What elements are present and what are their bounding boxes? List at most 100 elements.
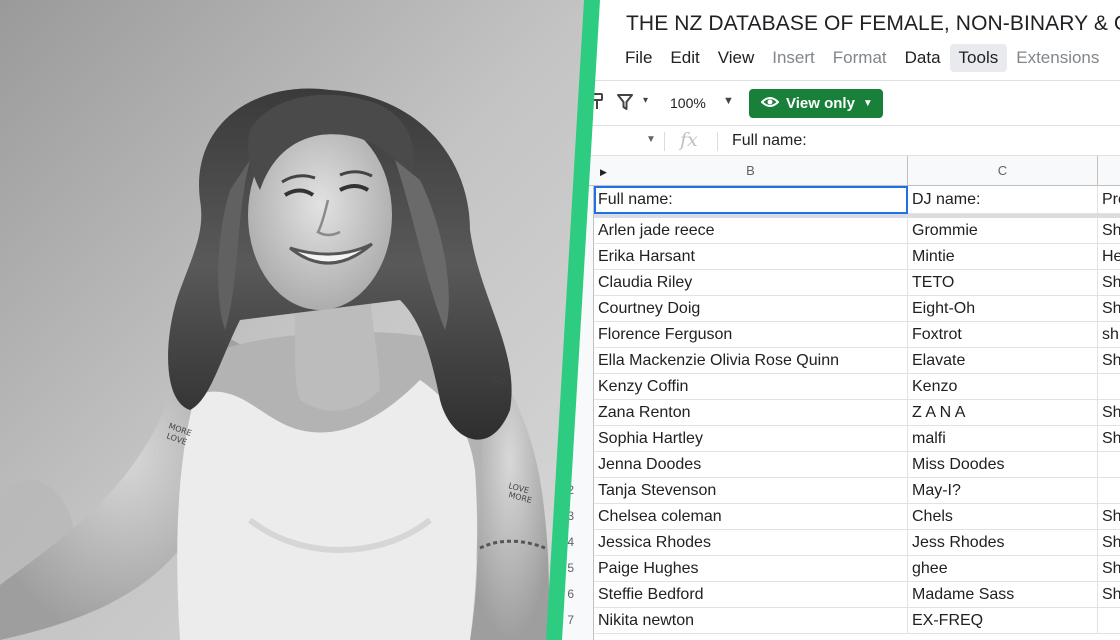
cell-dj-name[interactable]: Eight-Oh [908, 296, 1098, 322]
cell-pronouns[interactable] [1098, 452, 1120, 478]
column-header-b[interactable]: B [594, 156, 908, 186]
cell-dj-name[interactable]: EX-FREQ [908, 608, 1098, 634]
cell-dj-name[interactable]: ghee [908, 556, 1098, 582]
cell-dj-name[interactable]: Mintie [908, 244, 1098, 270]
cell-pronouns[interactable]: Sh [1098, 426, 1120, 452]
paint-format-icon[interactable] [590, 93, 604, 116]
cell-pronouns[interactable]: Sh [1098, 218, 1120, 244]
zoom-select[interactable]: 100% [670, 95, 706, 111]
table-row: Arlen jade reece Grommie Sh [594, 218, 1120, 244]
table-row: Tanja Stevenson May-I? [594, 478, 1120, 504]
menu-format[interactable]: Format [824, 44, 896, 72]
table-row: Erika HarsantMintieHe [594, 244, 1120, 270]
menu-file[interactable]: File [616, 44, 661, 72]
cell-full-name[interactable]: Steffie Bedford [594, 582, 908, 608]
menu-data[interactable]: Data [896, 44, 950, 72]
menu-bar: File Edit View Insert Format Data Tools … [616, 42, 1108, 74]
cell-pronouns[interactable]: Sh [1098, 348, 1120, 374]
table-row: Claudia Riley TETO Sh [594, 270, 1120, 296]
cell-dj-name[interactable]: TETO [908, 270, 1098, 296]
cell-dj-name[interactable]: Z A N A [908, 400, 1098, 426]
cell-pronouns[interactable]: Sh [1098, 530, 1120, 556]
spreadsheet-window: THE NZ DATABASE OF FEMALE, NON-BINARY & … [560, 0, 1120, 640]
cell-pronouns[interactable]: Sh [1098, 296, 1120, 322]
table-row: Jessica Rhodes Jess Rhodes Sh [594, 530, 1120, 556]
table-row: Chelsea coleman Chels Sh [594, 504, 1120, 530]
cell-dj-name[interactable]: Foxtrot [908, 322, 1098, 348]
cell-pronouns[interactable]: Sh [1098, 270, 1120, 296]
row-number[interactable]: 4 [560, 535, 574, 549]
chevron-down-icon: ▼ [862, 98, 873, 109]
cell-full-name[interactable]: Claudia Riley [594, 270, 908, 296]
row-number[interactable]: 5 [560, 561, 574, 575]
column-header-c[interactable]: C [908, 156, 1098, 186]
cell-full-name[interactable]: Courtney Doig [594, 296, 908, 322]
chevron-down-icon[interactable]: ▼ [646, 134, 656, 145]
cell-full-name-header[interactable]: Full name: [594, 186, 908, 214]
cell-dj-name[interactable]: Madame Sass [908, 582, 1098, 608]
chevron-down-icon[interactable]: ▼ [723, 95, 734, 107]
row-number[interactable]: 7 [560, 613, 574, 627]
cell-full-name[interactable]: Chelsea coleman [594, 504, 908, 530]
formula-bar: ▼ fx Full name: [560, 125, 1120, 156]
cell-full-name[interactable]: Zana Renton [594, 400, 908, 426]
cell-pronouns[interactable]: Sh [1098, 556, 1120, 582]
cell-pronouns[interactable]: sh [1098, 322, 1120, 348]
cell-full-name[interactable]: Kenzy Coffin [594, 374, 908, 400]
menu-extensions[interactable]: Extensions [1007, 44, 1108, 72]
cell-full-name[interactable]: Tanja Stevenson [594, 478, 908, 504]
view-only-label: View only [786, 95, 855, 112]
filter-icon[interactable] [616, 93, 634, 116]
chevron-down-icon[interactable]: ▾ [643, 95, 648, 106]
cell-dj-name[interactable]: Kenzo [908, 374, 1098, 400]
portrait-photo: MORE LOVE LOVE MORE DIO [0, 0, 586, 640]
cell-full-name[interactable]: Arlen jade reece [594, 218, 908, 244]
cell-full-name[interactable]: Jessica Rhodes [594, 530, 908, 556]
formula-input[interactable]: Full name: [732, 132, 807, 150]
table-row: Paige Hughes ghee Sh [594, 556, 1120, 582]
divider [717, 132, 718, 151]
cell-dj-name-header[interactable]: DJ name: [908, 186, 1098, 214]
cell-full-name[interactable]: Erika Harsant [594, 244, 908, 270]
table-row: Ella Mackenzie Olivia Rose Quinn Elavate S… [594, 348, 1120, 374]
table-row: Zana Renton Z A N A Sh [594, 400, 1120, 426]
cell-full-name[interactable]: Ella Mackenzie Olivia Rose Quinn [594, 348, 908, 374]
cell-dj-name[interactable]: Miss Doodes [908, 452, 1098, 478]
menu-insert[interactable]: Insert [763, 44, 824, 72]
cell-dj-name[interactable]: Chels [908, 504, 1098, 530]
cell-full-name[interactable]: Nikita newton [594, 608, 908, 634]
cell-full-name[interactable]: Sophia Hartley [594, 426, 908, 452]
cell-full-name[interactable]: Paige Hughes [594, 556, 908, 582]
cell-pronouns[interactable]: He [1098, 244, 1120, 270]
cell-pronouns[interactable]: Sh [1098, 400, 1120, 426]
eye-icon [760, 95, 780, 113]
document-title[interactable]: THE NZ DATABASE OF FEMALE, NON-BINARY & … [626, 12, 1120, 36]
row-number[interactable]: 3 [560, 509, 574, 523]
cell-full-name[interactable]: Florence Ferguson [594, 322, 908, 348]
cell-dj-name[interactable]: May-I? [908, 478, 1098, 504]
cell-dj-name[interactable]: Grommie [908, 218, 1098, 244]
view-only-button[interactable]: View only ▼ [749, 89, 883, 118]
row-number[interactable]: 2 [560, 483, 574, 497]
table-row: Courtney Doig Eight-Oh Sh [594, 296, 1120, 322]
cell-dj-name[interactable]: Elavate [908, 348, 1098, 374]
cell-dj-name[interactable]: malfi [908, 426, 1098, 452]
cell-pronouns[interactable]: Sh [1098, 582, 1120, 608]
divider [664, 132, 665, 151]
cell-pronouns[interactable]: Sh [1098, 504, 1120, 530]
cell-pronouns[interactable] [1098, 608, 1120, 634]
table-row: Florence Ferguson Foxtrot sh [594, 322, 1120, 348]
row-number[interactable]: 6 [560, 587, 574, 601]
menu-view[interactable]: View [709, 44, 764, 72]
table-row: Jenna Doodes Miss Doodes [594, 452, 1120, 478]
cell-pronouns[interactable] [1098, 478, 1120, 504]
cell-full-name[interactable]: Jenna Doodes [594, 452, 908, 478]
table-header-row: Full name: DJ name: Pro [594, 186, 1120, 214]
cell-pronouns-header[interactable]: Pro [1098, 186, 1120, 214]
menu-edit[interactable]: Edit [661, 44, 708, 72]
column-headers: ▶ B C [560, 156, 1120, 186]
menu-tools[interactable]: Tools [949, 44, 1008, 72]
cell-pronouns[interactable] [1098, 374, 1120, 400]
cell-dj-name[interactable]: Jess Rhodes [908, 530, 1098, 556]
table-row: Kenzy Coffin Kenzo [594, 374, 1120, 400]
